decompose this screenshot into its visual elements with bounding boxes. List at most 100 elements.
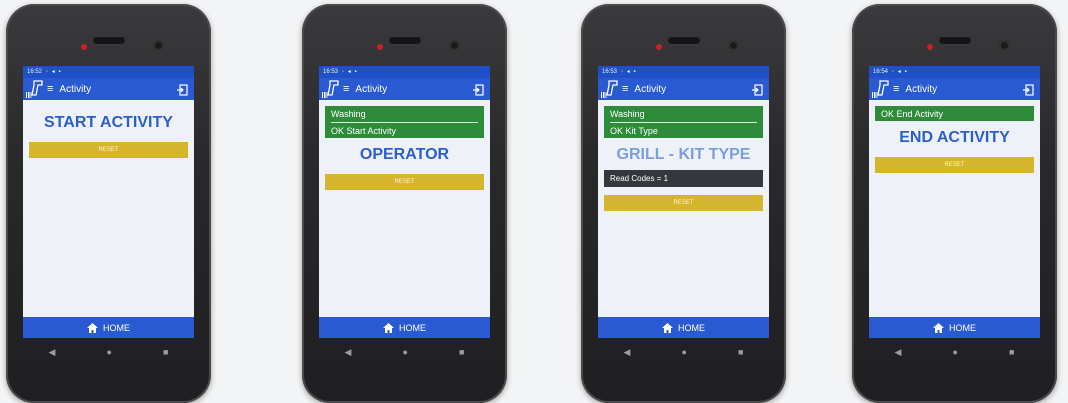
earpiece (937, 36, 972, 45)
hamburger-menu-icon[interactable]: ≡ (622, 83, 628, 95)
phone-screen: 16:53 ◦ ◂ ▪ ≡ Activity Washing OK Start A… (319, 66, 490, 338)
front-camera (152, 40, 164, 51)
status-line-1: OK End Activity (881, 109, 944, 119)
back-icon[interactable]: ◀ (345, 347, 352, 358)
hamburger-menu-icon[interactable]: ≡ (343, 83, 349, 95)
barcode-scanner-icon[interactable] (600, 78, 618, 100)
barcode-scanner-icon[interactable] (25, 78, 43, 100)
status-line-2: OK Start Activity (331, 126, 397, 136)
back-icon[interactable]: ◀ (624, 347, 631, 358)
status-box: Washing OK Start Activity (325, 106, 484, 138)
android-nav-bar: ◀ ● ■ (869, 342, 1040, 362)
home-label: HOME (103, 322, 130, 333)
back-icon[interactable]: ◀ (895, 347, 902, 358)
android-nav-bar: ◀ ● ■ (598, 342, 769, 362)
nav-home-icon[interactable]: ● (403, 347, 408, 357)
activity-headline: OPERATOR (359, 146, 450, 163)
home-button[interactable]: HOME (319, 317, 490, 338)
phone-3: 16:53 ◦ ◂ ▪ ≡ Activity Washing OK Kit Typ… (581, 4, 786, 403)
status-box: Washing OK Kit Type (604, 106, 763, 138)
status-line-2: OK Kit Type (610, 126, 658, 136)
front-camera (998, 40, 1010, 51)
app-bar: ≡ Activity (869, 78, 1040, 100)
read-codes-bar: Read Codes = 1 (604, 170, 763, 187)
status-time: 16:53 (602, 69, 618, 75)
sensor-light (655, 44, 662, 50)
status-icons: ◦ ◂ ▪ (342, 69, 358, 75)
android-nav-bar: ◀ ● ■ (319, 342, 490, 362)
app-bar: ≡ Activity (319, 78, 490, 100)
app-title: Activity (634, 83, 667, 95)
nav-home-icon[interactable]: ● (107, 347, 112, 357)
reset-button[interactable]: RESET (29, 142, 188, 158)
hamburger-menu-icon[interactable]: ≡ (893, 83, 899, 95)
app-bar: ≡ Activity (23, 78, 194, 100)
status-time: 16:54 (873, 69, 889, 75)
recent-apps-icon[interactable]: ■ (163, 347, 168, 357)
reset-button[interactable]: RESET (604, 195, 763, 211)
sensor-light (926, 44, 933, 50)
home-icon (662, 322, 673, 333)
status-time: 16:52 (27, 69, 43, 75)
back-icon[interactable]: ◀ (49, 347, 56, 358)
status-bar: 16:52 ◦ ◂ ▪ (23, 66, 194, 78)
home-icon (933, 322, 944, 333)
status-icons: ◦ ◂ ▪ (46, 69, 62, 75)
earpiece (91, 36, 126, 45)
phone-screen: 16:52 ◦ ◂ ▪ ≡ Activity START ACTIVITY RES… (23, 66, 194, 338)
barcode-scanner-icon[interactable] (321, 78, 339, 100)
phone-screen: 16:54 ◦ ◂ ▪ ≡ Activity OK End Activity EN… (869, 66, 1040, 338)
reset-button[interactable]: RESET (325, 174, 484, 190)
earpiece (666, 36, 701, 45)
home-icon (383, 322, 394, 333)
exit-icon[interactable] (472, 83, 484, 101)
recent-apps-icon[interactable]: ■ (459, 347, 464, 357)
activity-headline: GRILL - KIT TYPE (616, 146, 751, 163)
recent-apps-icon[interactable]: ■ (1009, 347, 1014, 357)
status-icons: ◦ ◂ ▪ (892, 69, 908, 75)
app-bar: ≡ Activity (598, 78, 769, 100)
app-title: Activity (355, 83, 388, 95)
activity-content: Washing OK Start Activity OPERATOR RESET (319, 100, 490, 190)
home-label: HOME (678, 322, 705, 333)
exit-icon[interactable] (751, 83, 763, 101)
reset-button[interactable]: RESET (875, 157, 1034, 173)
status-bar: 16:54 ◦ ◂ ▪ (869, 66, 1040, 78)
front-camera (448, 40, 460, 51)
phone-screen: 16:53 ◦ ◂ ▪ ≡ Activity Washing OK Kit Typ… (598, 66, 769, 338)
status-line-1: Washing (610, 109, 757, 123)
activity-headline: START ACTIVITY (44, 114, 173, 131)
status-box: OK End Activity (875, 106, 1034, 121)
activity-content: START ACTIVITY RESET (23, 100, 194, 158)
home-label: HOME (949, 322, 976, 333)
nav-home-icon[interactable]: ● (953, 347, 958, 357)
sensor-light (80, 44, 87, 50)
phone-4: 16:54 ◦ ◂ ▪ ≡ Activity OK End Activity EN… (852, 4, 1057, 403)
earpiece (387, 36, 422, 45)
app-title: Activity (59, 83, 92, 95)
phone-2: 16:53 ◦ ◂ ▪ ≡ Activity Washing OK Start A… (302, 4, 507, 403)
hamburger-menu-icon[interactable]: ≡ (47, 83, 53, 95)
status-time: 16:53 (323, 69, 339, 75)
phone-1: 16:52 ◦ ◂ ▪ ≡ Activity START ACTIVITY RES… (6, 4, 211, 403)
status-bar: 16:53 ◦ ◂ ▪ (598, 66, 769, 78)
home-button[interactable]: HOME (23, 317, 194, 338)
home-button[interactable]: HOME (598, 317, 769, 338)
exit-icon[interactable] (176, 83, 188, 101)
home-button[interactable]: HOME (869, 317, 1040, 338)
activity-content: OK End Activity END ACTIVITY RESET (869, 100, 1040, 173)
barcode-scanner-icon[interactable] (871, 78, 889, 100)
android-nav-bar: ◀ ● ■ (23, 342, 194, 362)
status-icons: ◦ ◂ ▪ (621, 69, 637, 75)
exit-icon[interactable] (1022, 83, 1034, 101)
status-line-1: Washing (331, 109, 478, 123)
home-icon (87, 322, 98, 333)
nav-home-icon[interactable]: ● (682, 347, 687, 357)
front-camera (727, 40, 739, 51)
activity-headline: END ACTIVITY (899, 129, 1010, 146)
app-title: Activity (905, 83, 938, 95)
home-label: HOME (399, 322, 426, 333)
recent-apps-icon[interactable]: ■ (738, 347, 743, 357)
activity-content: Washing OK Kit Type GRILL - KIT TYPE Rea… (598, 100, 769, 211)
status-bar: 16:53 ◦ ◂ ▪ (319, 66, 490, 78)
